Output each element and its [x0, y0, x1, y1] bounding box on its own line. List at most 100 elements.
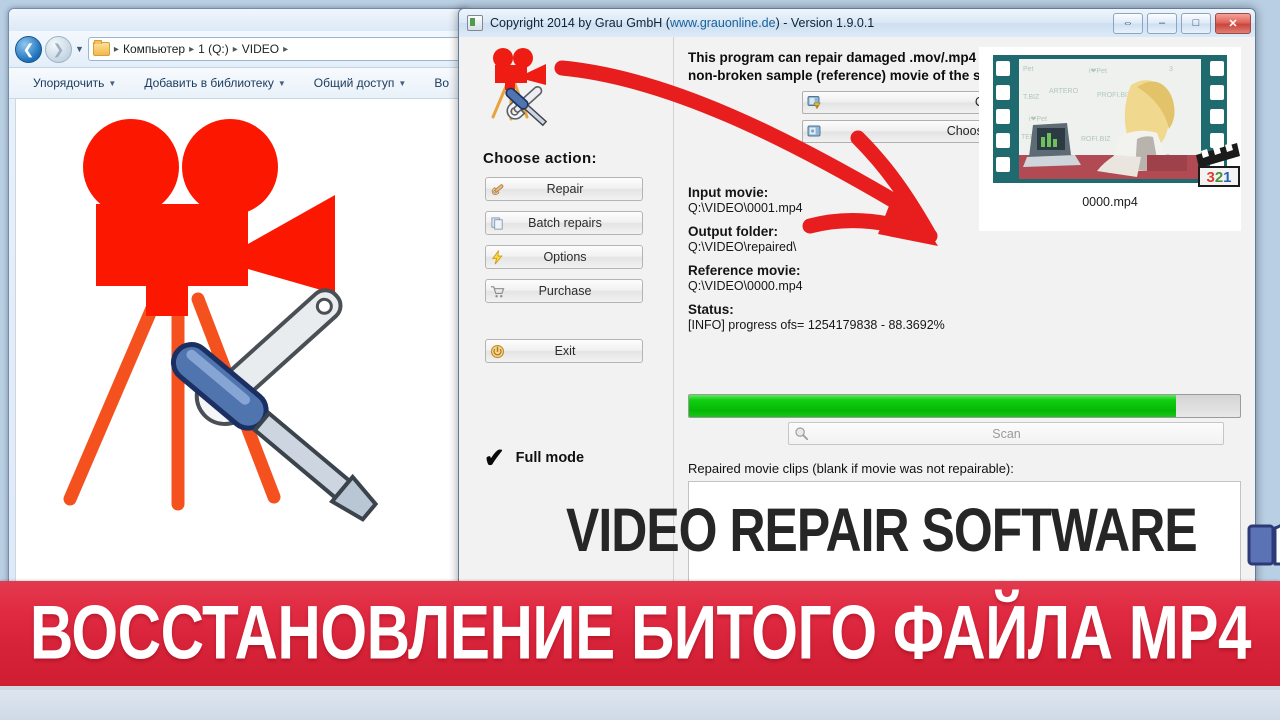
preview-frame-image: Peti❤Pet3 ARTEROT.BIZPROFI.BIZ i❤Pett TE…: [1019, 59, 1201, 179]
scan-button-label: Scan: [992, 426, 1021, 441]
banner-title: ВОССТАНОВЛЕНИЕ БИТОГО ФАЙЛА MP4: [29, 591, 1251, 676]
breadcrumb-separator: ▸: [189, 43, 195, 55]
film-perforation: [996, 133, 1010, 148]
svg-text:Pet: Pet: [1023, 66, 1034, 73]
film-strip-frame: Peti❤Pet3 ARTEROT.BIZPROFI.BIZ i❤Pett TE…: [993, 55, 1227, 183]
breadcrumb-item-computer[interactable]: Компьютер: [123, 42, 185, 56]
svg-text:i❤Pet: i❤Pet: [1089, 68, 1107, 75]
film-perforation: [1210, 85, 1224, 100]
wrench-icon: [489, 181, 506, 198]
watermark-text: VIDEO REPAIR SOFTWARE: [566, 496, 1198, 566]
svg-text:321: 321: [1206, 169, 1231, 186]
shopping-cart-icon: [489, 283, 506, 300]
breadcrumb-separator: ▸: [232, 43, 238, 55]
status-label: Status:: [688, 302, 734, 317]
address-bar[interactable]: ▸ Компьютер ▸ 1 (Q:) ▸ VIDEO ▸: [87, 37, 463, 61]
repair-button[interactable]: Repair: [485, 177, 643, 201]
movie-icon: [807, 124, 823, 138]
toolbar-item-share[interactable]: Общий доступ ▼: [300, 76, 421, 90]
title-suffix: ) - Version 1.9.0.1: [775, 16, 875, 30]
repaired-clips-label: Repaired movie clips (blank if movie was…: [688, 461, 1014, 476]
power-icon: [489, 343, 506, 360]
desktop-bottom-area: [0, 690, 1280, 720]
movie-warning-icon: [807, 95, 823, 110]
windows-explorer-window: ❮ ❯ ▼ ▸ Компьютер ▸ 1 (Q:) ▸ VIDEO ▸ Упо…: [8, 8, 470, 588]
purchase-button-label: Purchase: [538, 284, 592, 298]
svg-text:ROFI.BIZ: ROFI.BIZ: [1081, 136, 1111, 143]
svg-text:PROFI.BIZ: PROFI.BIZ: [1097, 92, 1132, 99]
choose-action-heading: Choose action:: [483, 150, 597, 167]
svg-text:ARTERO: ARTERO: [1049, 88, 1079, 95]
exit-button-label: Exit: [554, 344, 576, 358]
batch-repairs-button[interactable]: Batch repairs: [485, 211, 643, 235]
film-perforation: [996, 157, 1010, 172]
explorer-file-list: [15, 98, 468, 587]
app-icon: [467, 15, 483, 31]
explorer-command-bar: Упорядочить ▼ Добавить в библиотеку ▼ Об…: [9, 68, 469, 99]
toolbar-item-organize[interactable]: Упорядочить ▼: [19, 76, 130, 90]
chevron-down-icon: ▼: [277, 78, 286, 88]
output-folder-label: Output folder:: [688, 224, 778, 239]
maximize-button[interactable]: □: [1181, 12, 1211, 34]
folder-icon: [92, 40, 110, 56]
app-title-bar: Copyright 2014 by Grau GmbH (www.grauonl…: [459, 9, 1255, 38]
svg-text:3: 3: [1169, 66, 1173, 73]
input-movie-value: Q:\VIDEO\0001.mp4: [688, 201, 803, 215]
full-mode-checkbox[interactable]: ✔ Full mode: [483, 443, 585, 473]
options-button[interactable]: Options: [485, 245, 643, 269]
status-value: [INFO] progress ofs= 1254179838 - 88.369…: [688, 318, 945, 332]
copy-stack-icon: [489, 215, 506, 232]
breadcrumb-item-video[interactable]: VIDEO: [242, 42, 279, 56]
back-arrow-icon[interactable]: ❮: [15, 35, 42, 63]
magnifier-icon: [794, 426, 810, 442]
reference-movie-value: Q:\VIDEO\0000.mp4: [688, 279, 803, 293]
mpc-321-player-icon: 321: [1196, 143, 1240, 187]
breadcrumb-separator: ▸: [283, 43, 289, 55]
app-title-text: Copyright 2014 by Grau GmbH (www.grauonl…: [490, 16, 1109, 30]
toolbar-item-burn[interactable]: Во: [420, 76, 463, 90]
video-repair-software-watermark: VIDEO REPAIR SOFTWARE: [566, 495, 1280, 567]
video-camera-with-tools-graphic: [63, 119, 379, 522]
purchase-button[interactable]: Purchase: [485, 279, 643, 303]
film-perforation: [1210, 61, 1224, 76]
chevron-down-icon: ▼: [398, 78, 407, 88]
explorer-title-bar: [9, 9, 469, 31]
bottom-banner: ВОССТАНОВЛЕНИЕ БИТОГО ФАЙЛА MP4: [0, 581, 1280, 686]
options-button-label: Options: [543, 250, 587, 264]
chevron-down-icon[interactable]: ▼: [75, 44, 84, 54]
reference-movie-label: Reference movie:: [688, 263, 801, 278]
preview-filename: 0000.mp4: [1082, 195, 1138, 209]
movie-camera-repair-logo: [491, 48, 548, 127]
status-info-block: Input movie: Q:\VIDEO\0001.mp4 Output fo…: [688, 185, 978, 332]
batch-repairs-button-label: Batch repairs: [528, 216, 602, 230]
toolbar-item-add-to-library[interactable]: Добавить в библиотеку ▼: [130, 76, 299, 90]
breadcrumb-item-drive[interactable]: 1 (Q:): [198, 42, 229, 56]
scan-button[interactable]: Scan: [788, 422, 1224, 445]
repair-button-label: Repair: [546, 182, 584, 196]
chevron-down-icon: ▼: [108, 78, 117, 88]
film-perforation: [996, 85, 1010, 100]
checkmark-icon: ✔: [484, 443, 505, 473]
film-perforation: [1210, 109, 1224, 124]
scan-progress-fill: [689, 395, 1176, 417]
lightning-bolt-icon: [489, 249, 506, 266]
input-movie-label: Input movie:: [688, 185, 769, 200]
minimize-button[interactable]: –: [1147, 12, 1177, 34]
forward-arrow-icon[interactable]: ❯: [45, 35, 72, 63]
film-perforation: [996, 109, 1010, 124]
film-perforation: [996, 61, 1010, 76]
bandaged-thumbs-up-icon: [1247, 523, 1280, 566]
exit-button[interactable]: Exit: [485, 339, 643, 363]
output-folder-value: Q:\VIDEO\repaired\: [688, 240, 797, 254]
resize-button[interactable]: ⇔: [1113, 12, 1143, 34]
scan-progress-bar: [688, 394, 1241, 418]
title-url: www.grauonline.de: [669, 16, 776, 30]
full-mode-label: Full mode: [515, 450, 585, 466]
close-button[interactable]: ✕: [1215, 12, 1251, 34]
svg-text:i❤Pet: i❤Pet: [1029, 116, 1047, 123]
breadcrumb-separator: ▸: [113, 43, 119, 55]
svg-text:T.BIZ: T.BIZ: [1023, 94, 1040, 101]
explorer-navigation-bar: ❮ ❯ ▼ ▸ Компьютер ▸ 1 (Q:) ▸ VIDEO ▸: [9, 31, 469, 68]
title-prefix: Copyright 2014 by Grau GmbH (: [490, 16, 670, 30]
video-preview: Peti❤Pet3 ARTEROT.BIZPROFI.BIZ i❤Pett TE…: [979, 47, 1241, 231]
